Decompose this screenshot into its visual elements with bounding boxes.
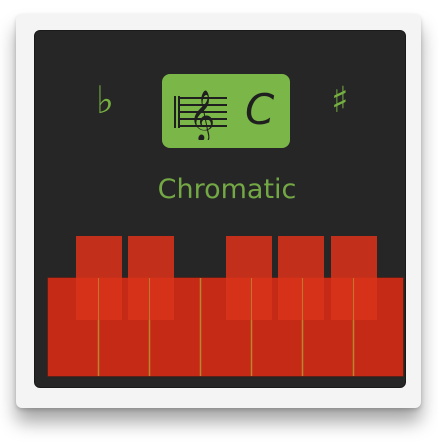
piano-keyboard <box>0 0 438 446</box>
black-key-f-sharp[interactable] <box>226 236 272 320</box>
black-key-g-sharp[interactable] <box>278 236 324 320</box>
black-key-d-sharp[interactable] <box>128 236 174 320</box>
black-keys <box>76 236 377 320</box>
